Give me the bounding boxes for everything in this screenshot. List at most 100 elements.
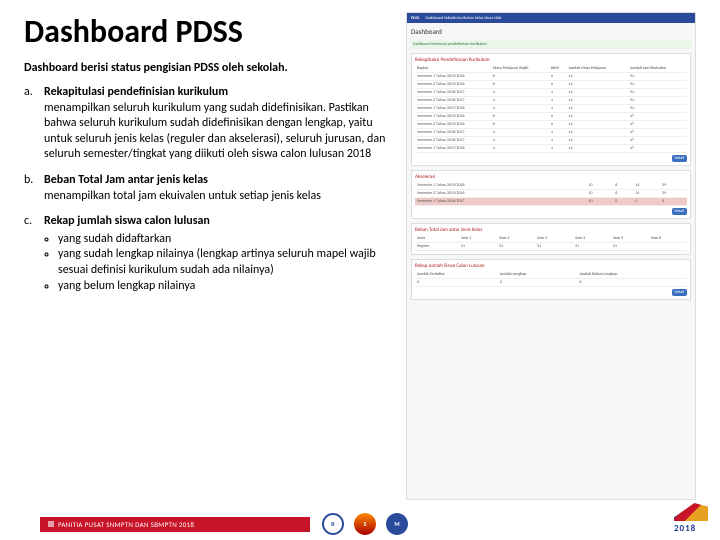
item-letter: a.: [24, 85, 44, 163]
table-cell: 14: [566, 105, 628, 113]
logo-ristekdikti: R: [322, 513, 344, 535]
table-row: Semester 1 Tahun 2017/2018441447: [415, 145, 687, 153]
notice-bar: Dashboard informasi pendefinisian kuriku…: [411, 40, 691, 49]
table-header: KKM: [549, 65, 566, 73]
table-cell: 4: [549, 89, 566, 97]
intro-text: Dashboard berisi status pengisian PDSS o…: [24, 61, 394, 75]
table-cell: 59: [660, 182, 687, 190]
table-cell: Semester 1 Tahun 2015/2016: [415, 113, 491, 121]
table-row: Reguler5151515151: [415, 243, 687, 251]
table-cell: 6: [491, 73, 549, 81]
table-cell: 14: [633, 190, 660, 198]
table-cell: 0: [633, 198, 660, 206]
table-cell: 51: [628, 81, 687, 89]
table-cell: 51: [535, 243, 573, 251]
card-title: Rekapitulasi Pendefinisian Kurikulum: [415, 57, 687, 63]
bullet-item: yang belum lengkap nilainya: [58, 279, 394, 295]
table-cell: 51: [628, 89, 687, 97]
table-cell: 10: [587, 190, 614, 198]
slide-title: Dashboard PDSS: [24, 12, 394, 51]
list-item: b.Beban Total Jam antar jenis kelas menam…: [24, 173, 394, 204]
table-cell: 51: [459, 243, 497, 251]
item-title: Beban Total Jam antar jenis kelas: [44, 173, 208, 187]
table-row: Semester 1 Tahun 2017/2018441451: [415, 105, 687, 113]
dashboard-card: Beban Total Jam antar Jenis KelasJenisSe…: [411, 223, 691, 255]
table-cell: 47: [628, 145, 687, 153]
table-row: Semester 2 Tahun 2015/2016661451: [415, 81, 687, 89]
table-cell: 14: [566, 129, 628, 137]
table-cell: 14: [566, 137, 628, 145]
table-header: Sem 1: [459, 235, 497, 243]
item-body: Beban Total Jam antar jenis kelas menampi…: [44, 173, 394, 204]
table-cell: 6: [613, 182, 633, 190]
table-cell: Semester 1 Tahun 2016/2017: [415, 89, 491, 97]
items-list: a.Rekapitulasi pendefinisian kurikulumme…: [24, 85, 394, 294]
table-cell: 6: [613, 190, 633, 198]
data-table: Jumlah TerdaftarJumlah LengkapJumlah Bel…: [415, 271, 687, 287]
swoosh-icon: [674, 503, 708, 521]
table-header: Jumlah Mata Pelajaran: [566, 65, 628, 73]
corner-logo: 2018: [674, 503, 714, 534]
data-table: BagianMata Pelajaran WajibKKMJumlah Mata…: [415, 65, 687, 153]
table-cell: Semester 1 Tahun 2017/2018: [415, 105, 491, 113]
table-cell: 6: [577, 279, 687, 287]
table-cell: 51: [611, 243, 649, 251]
item-desc: menampilkan total jam ekuivalen untuk se…: [44, 189, 394, 205]
table-header: Sem 6: [649, 235, 687, 243]
table-cell: Semester 1 Tahun 2016/2017: [415, 198, 587, 206]
table-header: Bagian: [415, 65, 491, 73]
table-row: Semester 1 Tahun 2016/2017441447: [415, 129, 687, 137]
data-table: JenisSem 1Sem 2Sem 3Sem 4Sem 5Sem 6Regul…: [415, 235, 687, 251]
table-cell: Semester 1 Tahun 2017/2018: [415, 145, 491, 153]
data-table: Semester 1 Tahun 2015/20161061459Semeste…: [415, 182, 687, 206]
table-header: Mata Pelajaran Wajib: [491, 65, 549, 73]
table-cell: 14: [566, 113, 628, 121]
table-row: Semester 2 Tahun 2015/2016661447: [415, 121, 687, 129]
table-cell: Reguler: [415, 243, 459, 251]
dashboard-card: Rekap Jumlah Siswa Calon Lulusan Jumlah T…: [411, 259, 691, 300]
detail-button[interactable]: Detail: [672, 208, 687, 215]
detail-button[interactable]: Detail: [672, 289, 687, 296]
table-row: Semester 2 Tahun 2016/2017441447: [415, 137, 687, 145]
table-cell: Semester 1 Tahun 2015/2016: [415, 182, 587, 190]
detail-button[interactable]: Detail: [672, 155, 687, 162]
list-item: c.Rekap jumlah siswa calon lulusanyang s…: [24, 214, 394, 294]
table-cell: 0: [498, 279, 578, 287]
table-cell: Semester 2 Tahun 2016/2017: [415, 97, 491, 105]
table-cell: 6: [549, 81, 566, 89]
bullet-item: yang sudah lengkap nilainya (lengkap art…: [58, 247, 394, 278]
table-cell: 6: [549, 113, 566, 121]
table-row: Semester 1 Tahun 2015/2016661451: [415, 73, 687, 81]
table-cell: 14: [566, 121, 628, 129]
table-cell: 6: [491, 121, 549, 129]
card-title: Akselerasi: [415, 174, 687, 180]
table-cell: 6: [549, 73, 566, 81]
item-body: Rekapitulasi pendefinisian kurikulummena…: [44, 85, 394, 163]
table-cell: Semester 1 Tahun 2015/2016: [415, 73, 491, 81]
table-cell: 14: [566, 81, 628, 89]
table-cell: Semester 2 Tahun 2015/2016: [415, 190, 587, 198]
square-icon: [48, 521, 54, 527]
table-cell: 51: [573, 243, 611, 251]
table-cell: 14: [566, 89, 628, 97]
card-title: Rekap Jumlah Siswa Calon Lulusan: [415, 263, 687, 269]
table-cell: 0: [660, 198, 687, 206]
table-header: Sem 5: [611, 235, 649, 243]
table-cell: 4: [491, 145, 549, 153]
footer-logos: R S M: [322, 513, 408, 535]
table-cell: 14: [633, 182, 660, 190]
table-row: Semester 1 Tahun 2015/20161061459: [415, 182, 687, 190]
table-cell: 47: [628, 129, 687, 137]
table-cell: 6: [491, 113, 549, 121]
item-letter: c.: [24, 214, 44, 294]
table-cell: 0: [613, 198, 633, 206]
table-header: Sem 2: [497, 235, 535, 243]
table-header: Jumlah Jam Ekuivalen: [628, 65, 687, 73]
app-screenshot: PDSS Dashboard Sekolah Kurikulum Kelas S…: [406, 12, 696, 500]
item-letter: b.: [24, 173, 44, 204]
table-cell: 10: [587, 198, 614, 206]
table-cell: Semester 1 Tahun 2016/2017: [415, 129, 491, 137]
table-cell: Semester 2 Tahun 2016/2017: [415, 137, 491, 145]
dashboard-card: Rekapitulasi Pendefinisian Kurikulum Bagi…: [411, 53, 691, 166]
table-header: Jumlah Belum Lengkap: [577, 271, 687, 279]
